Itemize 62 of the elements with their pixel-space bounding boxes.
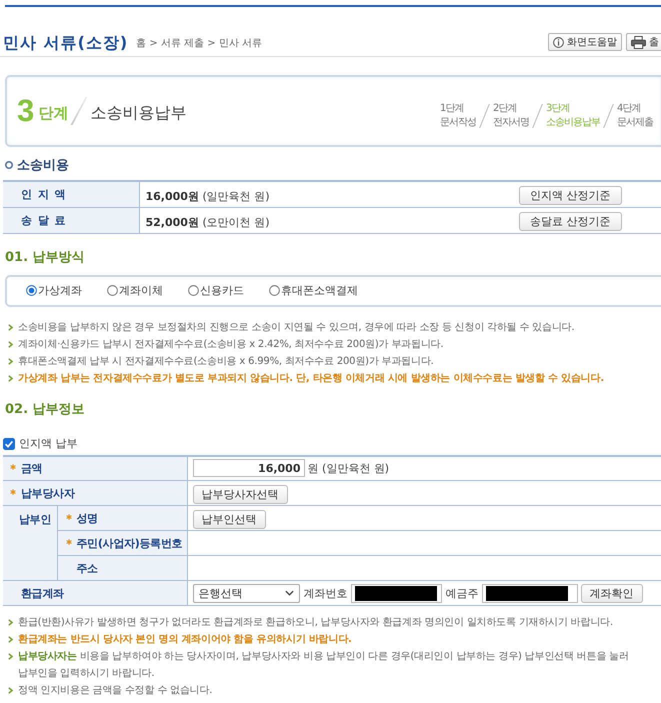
- criteria-button[interactable]: 송달료 산정기준: [519, 212, 622, 230]
- payment-method-option[interactable]: 신용카드: [188, 283, 269, 298]
- chevron-icon: [8, 374, 13, 382]
- note-text: 휴대폰소액결제 납부 시 전자결제수수료(소송비용 x 6.99%, 최저수수료 200원)가 부과됩니다.: [18, 354, 434, 368]
- row-label: 환급계좌: [21, 586, 64, 600]
- step-title: 소송비용납부: [90, 102, 186, 124]
- cost-amount: 52,000원 (오만이천 원): [144, 216, 270, 228]
- criteria-button[interactable]: 인지액 산정기준: [519, 186, 622, 205]
- print-button[interactable]: 출: [626, 33, 661, 51]
- step-indicator: 2단계 전자서명: [493, 102, 529, 130]
- select-party-button[interactable]: 납부당사자선택: [192, 484, 288, 504]
- verify-account-button[interactable]: 계좌확인: [580, 584, 642, 602]
- step-number: 3: [17, 95, 34, 127]
- section-heading: 01. 납부방식: [5, 250, 86, 266]
- payment-method-option[interactable]: 가상계좌: [26, 283, 107, 298]
- payment-method-option[interactable]: 휴대폰소액결제: [269, 283, 358, 298]
- stamp-payment-checkbox[interactable]: 인지액 납부: [3, 436, 661, 452]
- chevron-icon: [8, 687, 13, 694]
- section-heading: 02. 납부정보: [5, 402, 86, 418]
- field-label: 예금주: [446, 586, 478, 600]
- amount-input[interactable]: 16,000: [192, 459, 304, 478]
- payment-method-option[interactable]: 계좌이체: [107, 283, 188, 298]
- chevron-down-icon: [284, 590, 294, 596]
- row-label: 성명: [76, 512, 98, 524]
- page-title: 민사 서류(소장): [3, 33, 128, 53]
- note-text: 납부당사자는 비용을 납부하여야 하는 당사자이며, 납부당사자와 비용 납부인이 다른 경우(대리인이 납부하는 경우) 납부인선택 버튼을 눌러 납부인을 입력하시기 바랍니다.: [18, 650, 630, 681]
- chevron-icon: [8, 636, 13, 643]
- step-unit: 단계: [38, 104, 68, 122]
- bank-select[interactable]: 은행선택: [192, 584, 300, 602]
- field-label: 계좌번호: [304, 586, 348, 600]
- row-header-cell: 인 지 액: [3, 181, 139, 207]
- row-label: 주소: [76, 562, 98, 574]
- account-holder-field[interactable]: [482, 584, 578, 602]
- step-indicator: 3단계 소송비용납부: [546, 102, 600, 130]
- row-header-cell: 송 달 료: [3, 207, 139, 233]
- note-text: 소송비용을 납부하지 않은 경우 보정절차의 진행으로 소송이 지연될 수 있으며, 경우에 따라 소장 등 신청이 각하될 수 있습니다.: [18, 320, 574, 334]
- breadcrumb: 홈 > 서류 제출 > 민사 서류: [136, 38, 262, 50]
- printer-icon: [631, 36, 646, 48]
- row-label: 납부당사자: [21, 486, 75, 500]
- select-payer-button[interactable]: 납부인선택: [192, 510, 266, 528]
- note-text: 환급계좌는 반드시 당사자 본인 명의 계좌이어야 함을 유의하시기 바랍니다.: [18, 633, 352, 647]
- chevron-icon: [8, 619, 13, 626]
- help-button[interactable]: 화면도움말: [548, 33, 622, 51]
- section-title: 소송비용: [17, 157, 69, 174]
- amount-in-words: 원 (일만육천 원): [308, 460, 390, 476]
- step-indicator: 1단계 문서작성: [440, 102, 476, 130]
- note-text: 가상계좌 납부는 전자결제수수료가 별도로 부과되지 않습니다. 단, 타은행 이체거래 시에 발생하는 이체수수료는 발생할 수 있습니다.: [18, 372, 604, 386]
- bullet-icon: [5, 161, 13, 169]
- row-header-cell: 납부인: [3, 506, 57, 580]
- step-indicator: 4단계 문서제출: [617, 102, 653, 130]
- note-text: 환급(반환)사유가 발생하면 청구가 없더라도 환급계좌로 환급하오니, 납부당사자와 환급계좌 명의인이 일치하도록 기재하시기 바랍니다.: [18, 616, 613, 630]
- chevron-icon: [8, 324, 13, 330]
- account-number-field[interactable]: [350, 584, 442, 602]
- chevron-icon: [8, 358, 13, 364]
- chevron-icon: [8, 653, 13, 660]
- chevron-icon: [8, 340, 13, 348]
- note-text: 계좌이체·신용카드 납부시 전자결제수수료(소송비용 x 2.42%, 최저수수료 200원)가 부과됩니다.: [18, 338, 444, 352]
- row-label: 주민(사업자)등록번호: [76, 536, 182, 550]
- note-text: 정액 인지비용은 금액을 수정할 수 없습니다.: [18, 684, 212, 698]
- cost-amount: 16,000원 (일만육천 원): [144, 190, 270, 203]
- row-label: 금액: [21, 462, 42, 475]
- info-icon: [553, 36, 564, 48]
